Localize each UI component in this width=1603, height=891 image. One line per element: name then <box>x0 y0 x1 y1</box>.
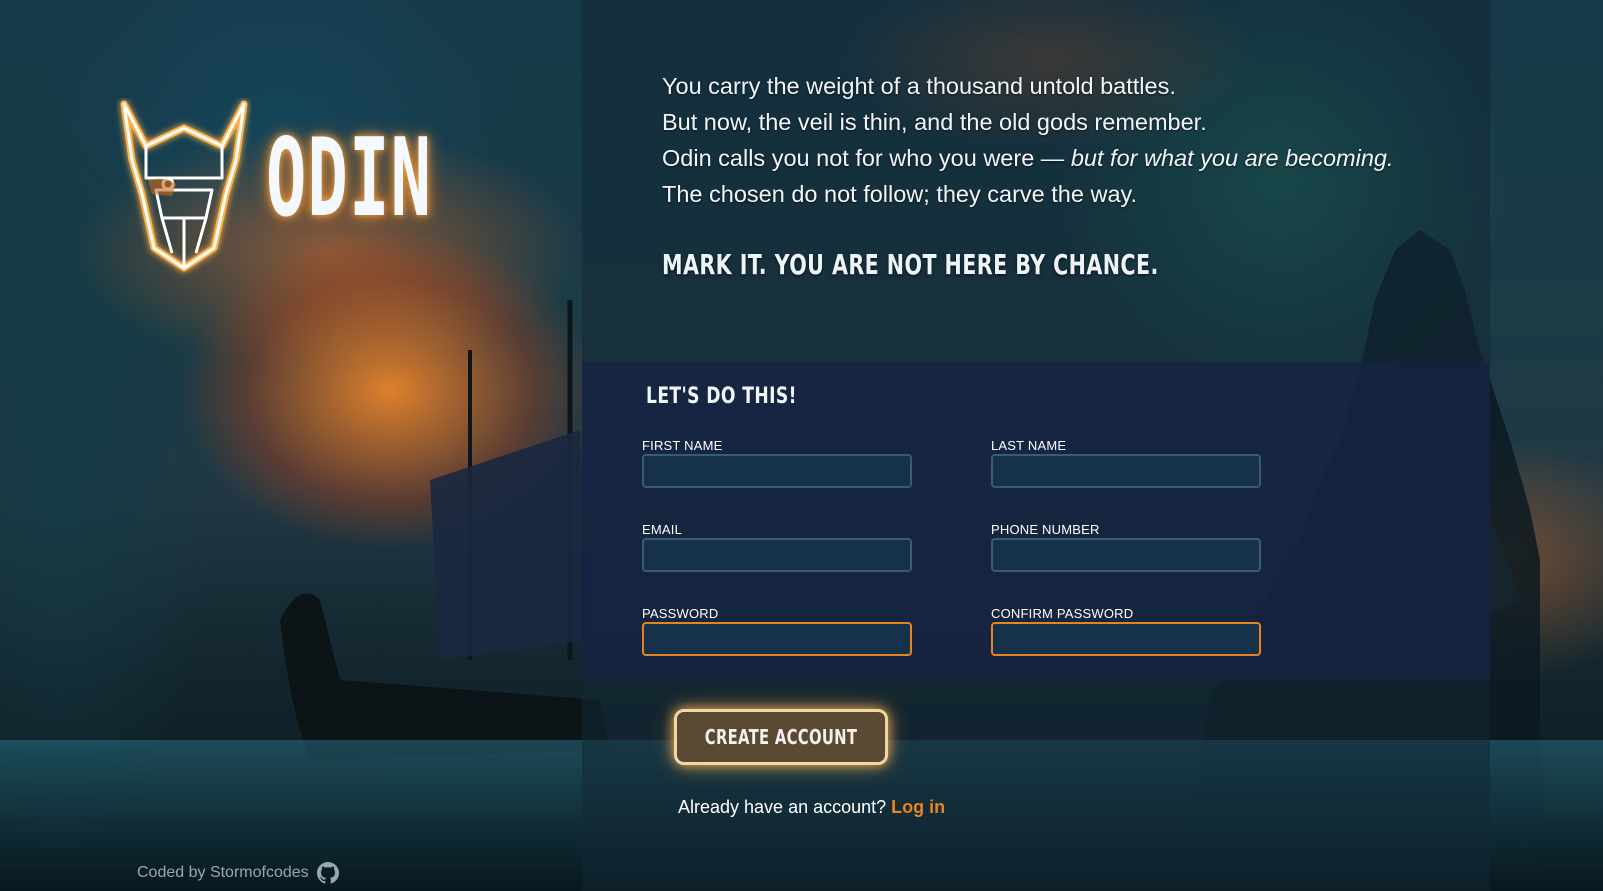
login-prompt: Already have an account? Log in <box>678 797 945 818</box>
intro-line: The chosen do not follow; they carve the… <box>662 181 1138 207</box>
viking-helmet-icon <box>120 100 248 272</box>
phone-input[interactable] <box>991 538 1261 572</box>
brand-logo: ODIN <box>116 98 466 278</box>
intro-line-italic: but for what you are becoming. <box>1070 145 1394 171</box>
tagline: MARK IT. YOU ARE NOT HERE BY CHANCE. <box>662 248 1159 281</box>
intro-text: You carry the weight of a thousand untol… <box>662 68 1462 212</box>
intro-line: You carry the weight of a thousand untol… <box>662 73 1176 99</box>
email-label: EMAIL <box>642 522 683 537</box>
github-icon[interactable] <box>316 862 339 884</box>
confirm-password-input[interactable] <box>991 622 1261 656</box>
credit-text: Coded by Stormofcodes <box>137 864 309 881</box>
first-name-input[interactable] <box>642 454 912 488</box>
footer-credit: Coded by Stormofcodes <box>137 862 339 884</box>
email-input[interactable] <box>642 538 912 572</box>
brand-wordmark: ODIN <box>266 116 433 241</box>
login-link[interactable]: Log in <box>891 797 945 817</box>
last-name-label: LAST NAME <box>991 438 1067 453</box>
password-label: PASSWORD <box>642 606 719 621</box>
create-account-button[interactable]: CREATE ACCOUNT <box>674 709 888 765</box>
longship-silhouette <box>280 300 610 760</box>
phone-label: PHONE NUMBER <box>991 522 1100 537</box>
last-name-input[interactable] <box>991 454 1261 488</box>
password-input[interactable] <box>642 622 912 656</box>
confirm-password-label: CONFIRM PASSWORD <box>991 606 1134 621</box>
create-account-label: CREATE ACCOUNT <box>704 725 858 749</box>
intro-line: But now, the veil is thin, and the old g… <box>662 109 1207 135</box>
intro-line-plain: Odin calls you not for who you were — <box>662 145 1071 171</box>
intro-line: Odin calls you not for who you were — bu… <box>662 140 1462 176</box>
form-heading: LET'S DO THIS! <box>646 384 797 409</box>
login-prompt-text: Already have an account? <box>678 797 887 817</box>
first-name-label: FIRST NAME <box>642 438 723 453</box>
